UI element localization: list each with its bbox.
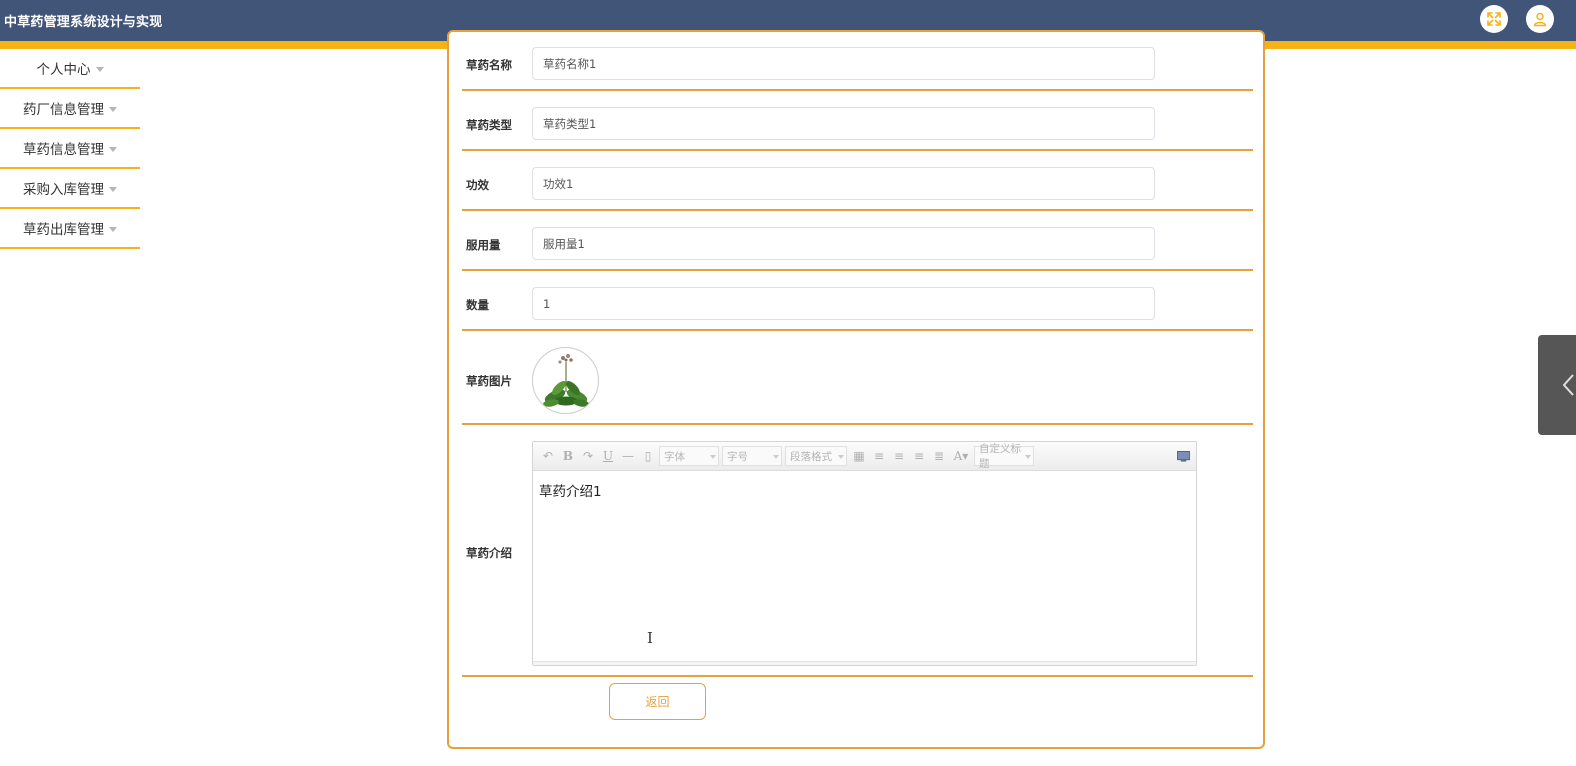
editor-content[interactable]: 草药介绍1	[533, 471, 1196, 509]
chevron-left-icon	[1562, 374, 1574, 396]
sidebar-item-purchase-in[interactable]: 采购入库管理	[0, 169, 140, 209]
form-row-herb-name: 草药名称 草药名称1	[462, 32, 1253, 91]
user-icon	[1533, 12, 1547, 27]
align-left-icon[interactable]: ≡	[870, 447, 888, 465]
herb-plant-image	[543, 354, 589, 407]
form-row-herb-image: 草药图片	[462, 331, 1253, 425]
rich-text-editor[interactable]: ↶ B ↷ U — ▯ 字体 字号 段落格式 ▦ ≡ ≡ ≡ ≣ A▾ 自定义标…	[532, 441, 1197, 666]
sidebar-item-label: 草药信息管理	[23, 142, 104, 158]
align-center-icon[interactable]: ≡	[890, 447, 908, 465]
form-row-herb-intro: 草药介绍 ↶ B ↷ U — ▯ 字体 字号 段落格式 ▦ ≡ ≡ ≡ ≣ A▾…	[462, 425, 1253, 677]
field-label: 草药图片	[466, 374, 512, 388]
dosage-input[interactable]: 服用量1	[532, 227, 1155, 260]
caret-down-icon	[109, 226, 117, 232]
user-button[interactable]	[1526, 5, 1554, 33]
fullscreen-icon	[1487, 12, 1501, 26]
sidebar-menu: 个人中心 药厂信息管理 草药信息管理 采购入库管理 草药出库管理	[0, 49, 140, 249]
form-row-herb-type: 草药类型 草药类型1	[462, 91, 1253, 151]
font-size-select[interactable]: 字号	[722, 446, 782, 466]
caret-down-icon	[109, 146, 117, 152]
table-icon[interactable]: ▦	[850, 447, 868, 465]
bold-icon[interactable]: B	[559, 447, 577, 465]
field-label: 服用量	[466, 238, 501, 252]
herb-type-input[interactable]: 草药类型1	[532, 107, 1155, 140]
form-row-dosage: 服用量 服用量1	[462, 211, 1253, 271]
efficacy-input[interactable]: 功效1	[532, 167, 1155, 200]
herb-image-thumbnail[interactable]	[532, 347, 599, 414]
fullscreen-editor-icon[interactable]	[1174, 447, 1192, 465]
fullscreen-button[interactable]	[1480, 5, 1508, 33]
sidebar-item-personal-center[interactable]: 个人中心	[0, 49, 140, 89]
herb-name-input[interactable]: 草药名称1	[532, 47, 1155, 80]
sidebar-item-factory-info[interactable]: 药厂信息管理	[0, 89, 140, 129]
custom-title-select[interactable]: 自定义标题	[974, 443, 1034, 470]
undo-icon[interactable]: ↶	[539, 447, 557, 465]
field-label: 草药介绍	[466, 546, 512, 560]
app-title: 中草药管理系统设计与实现	[4, 15, 163, 30]
paste-icon[interactable]: ▯	[639, 447, 657, 465]
herb-detail-panel: 草药名称 草药名称1 草药类型 草药类型1 功效 功效1 服用量 服用量1 数量…	[447, 30, 1265, 749]
editor-statusbar	[533, 661, 1196, 665]
sidebar-item-label: 个人中心	[36, 62, 91, 78]
sidebar-item-herb-out[interactable]: 草药出库管理	[0, 209, 140, 249]
form-row-efficacy: 功效 功效1	[462, 151, 1253, 211]
font-color-icon[interactable]: A▾	[950, 447, 972, 465]
sidebar-item-herb-info[interactable]: 草药信息管理	[0, 129, 140, 169]
field-label: 数量	[466, 298, 489, 312]
horizontal-rule-icon[interactable]: —	[619, 447, 637, 465]
font-family-select[interactable]: 字体	[659, 446, 719, 466]
redo-icon[interactable]: ↷	[579, 447, 597, 465]
editor-toolbar: ↶ B ↷ U — ▯ 字体 字号 段落格式 ▦ ≡ ≡ ≡ ≣ A▾ 自定义标…	[533, 442, 1196, 471]
align-right-icon[interactable]: ≡	[910, 447, 928, 465]
paragraph-format-select[interactable]: 段落格式	[785, 446, 847, 466]
sidebar-item-label: 草药出库管理	[23, 222, 104, 238]
underline-icon[interactable]: U	[599, 447, 617, 465]
form-row-quantity: 数量 1	[462, 271, 1253, 331]
side-panel-toggle[interactable]	[1538, 335, 1576, 435]
sidebar-item-label: 采购入库管理	[23, 182, 104, 198]
sidebar-item-label: 药厂信息管理	[23, 102, 104, 118]
field-label: 功效	[466, 178, 489, 192]
back-button[interactable]: 返回	[609, 683, 706, 720]
caret-down-icon	[109, 106, 117, 112]
text-cursor-icon: I	[647, 629, 653, 647]
align-justify-icon[interactable]: ≣	[930, 447, 948, 465]
caret-down-icon	[95, 66, 104, 72]
field-label: 草药名称	[466, 58, 512, 72]
quantity-input[interactable]: 1	[532, 287, 1155, 320]
field-label: 草药类型	[466, 118, 512, 132]
caret-down-icon	[109, 186, 117, 192]
